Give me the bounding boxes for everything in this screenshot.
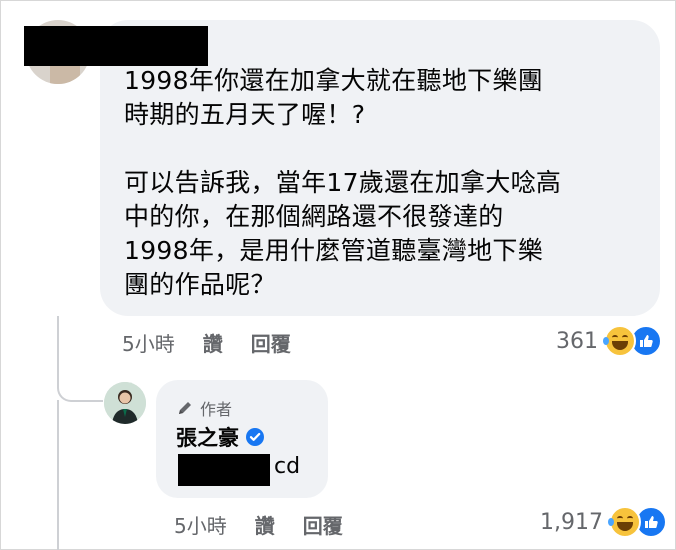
pencil-icon xyxy=(179,402,191,414)
reply-text: cd xyxy=(274,454,301,479)
reaction-count[interactable]: 361 xyxy=(556,329,598,354)
reply-button[interactable]: 回覆 xyxy=(251,328,291,357)
thread-connector xyxy=(57,316,103,402)
reply-author-name[interactable]: 張之豪 xyxy=(176,422,239,452)
reply-reply-button[interactable]: 回覆 xyxy=(303,510,343,539)
like-button[interactable]: 讚 xyxy=(203,328,223,357)
author-badge: 作者 xyxy=(176,396,232,420)
reply-time[interactable]: 5小時 xyxy=(174,510,227,539)
redacted-reply-text xyxy=(178,454,270,486)
reply-reaction-count[interactable]: 1,917 xyxy=(540,510,603,535)
laugh-emoji-icon xyxy=(603,325,636,357)
redacted-commenter-name xyxy=(24,26,208,66)
comment-time[interactable]: 5小時 xyxy=(122,328,175,357)
comment-actions: 5小時 讚 回覆 xyxy=(122,328,319,357)
reply-actions: 5小時 讚 回覆 xyxy=(174,510,371,539)
reply-author[interactable]: 張之豪 xyxy=(176,422,265,452)
comment-reactions[interactable]: 361 xyxy=(556,325,662,357)
verified-badge-icon xyxy=(246,428,264,446)
laugh-emoji-icon xyxy=(607,506,641,538)
author-badge-label: 作者 xyxy=(200,400,233,419)
reply-like-button[interactable]: 讚 xyxy=(255,510,275,539)
reply-reactions[interactable]: 1,917 xyxy=(540,506,667,538)
comment-text: 1998年你還在加拿大就在聽地下樂團 時期的五月天了喔！? 可以告訴我，當年17… xyxy=(124,66,562,299)
thread-line xyxy=(57,400,59,550)
author-avatar[interactable] xyxy=(104,382,146,424)
